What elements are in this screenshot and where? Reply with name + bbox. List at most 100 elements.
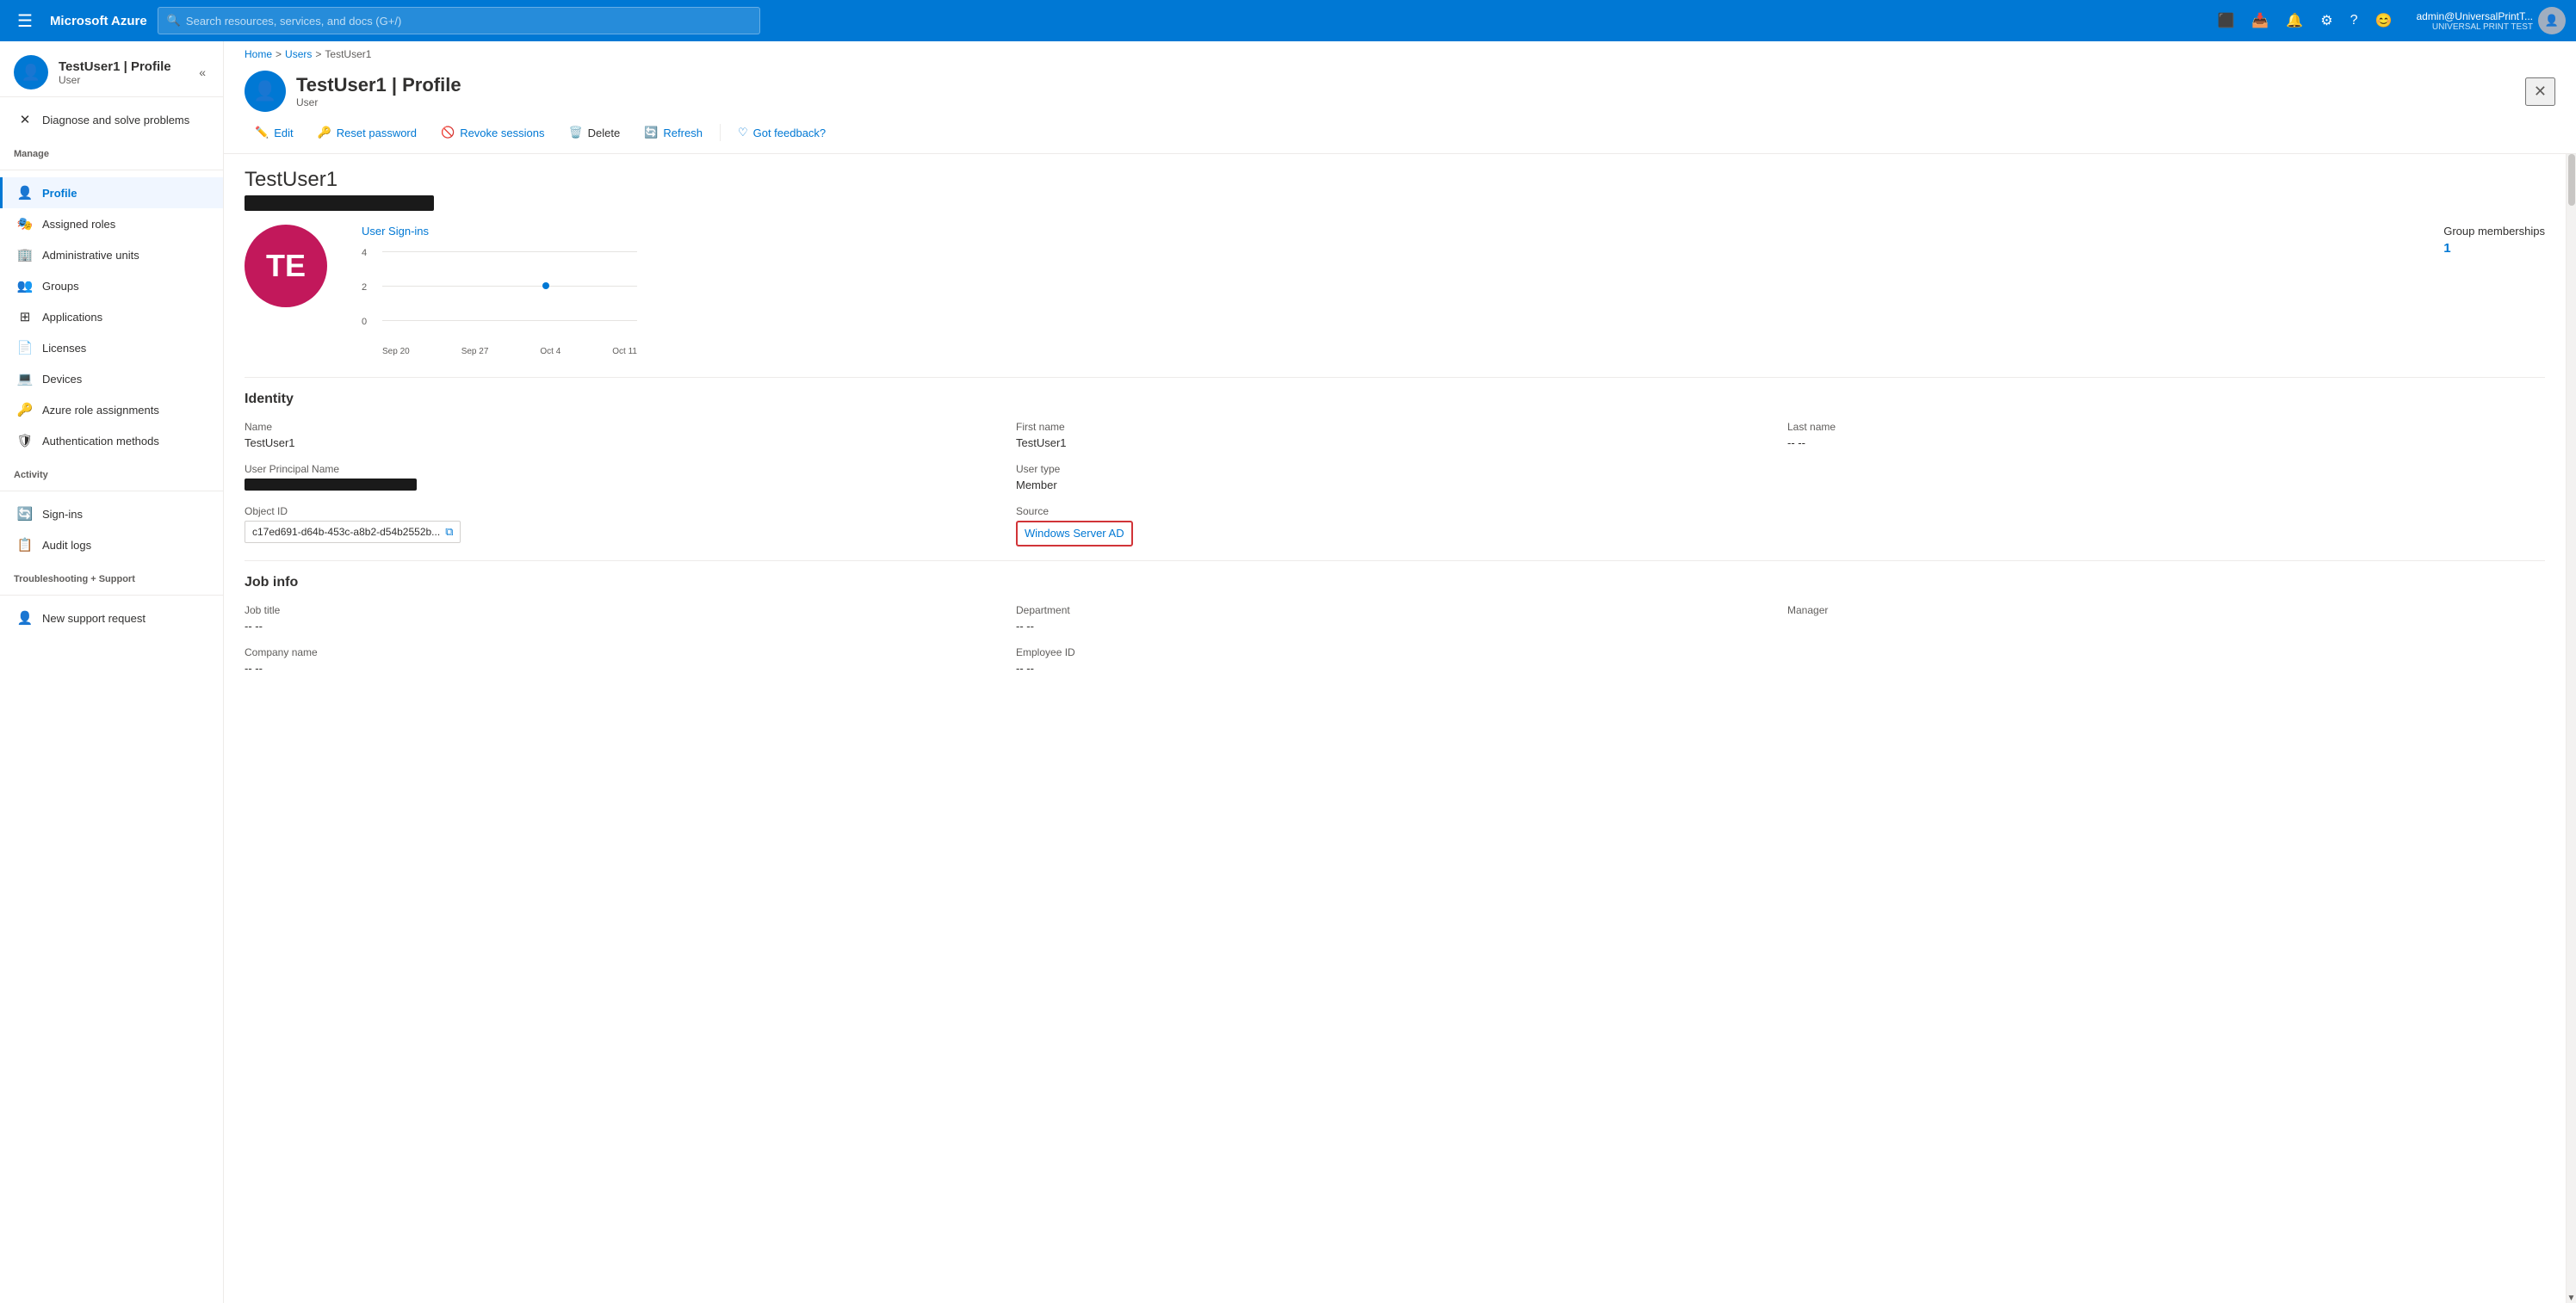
content-user-icon: 👤 — [245, 71, 286, 112]
feedback-button[interactable]: ♡ Got feedback? — [728, 120, 836, 145]
audit-logs-icon: 📋 — [16, 537, 34, 553]
sidebar-item-audit-logs[interactable]: 📋 Audit logs — [0, 529, 223, 560]
search-bar[interactable]: 🔍 — [158, 7, 760, 34]
breadcrumb-sep1: > — [276, 48, 282, 60]
employee-id-field: Employee ID -- -- — [1016, 646, 1774, 675]
sidebar-collapse-icon[interactable]: « — [195, 62, 209, 83]
source-field: Source Windows Server AD — [1016, 505, 1774, 547]
feedback-heart-icon: ♡ — [738, 126, 748, 139]
job-title-label: Job title — [245, 604, 1002, 616]
sidebar-page-title: TestUser1 | Profile — [59, 59, 171, 74]
chart-y4: 4 — [362, 248, 367, 258]
devices-icon: 💻 — [16, 371, 34, 386]
sidebar-item-devices[interactable]: 💻 Devices — [0, 363, 223, 394]
settings-icon[interactable]: ⚙ — [2313, 7, 2339, 34]
chart-gridline-0 — [382, 320, 637, 321]
chart-container: 4 2 0 Sep 20 Sep 27 — [362, 244, 637, 356]
sidebar-support-label: New support request — [42, 612, 146, 625]
sidebar-item-profile[interactable]: 👤 Profile — [0, 177, 223, 208]
sidebar-item-diagnose[interactable]: ✕ Diagnose and solve problems — [0, 104, 223, 135]
brand-logo: Microsoft Azure — [50, 14, 147, 28]
group-memberships: Group memberships 1 — [2443, 225, 2545, 256]
azure-roles-icon: 🔑 — [16, 402, 34, 417]
search-input[interactable] — [186, 15, 751, 28]
sidebar-item-admin-units[interactable]: 🏢 Administrative units — [0, 239, 223, 270]
nav-icons: ⬛ 📥 🔔 ⚙ ? 😊 admin@UniversalPrintT... UNI… — [2211, 7, 2567, 34]
sidebar-item-auth-methods[interactable]: 🛡 Authentication methods — [0, 425, 223, 456]
assigned-roles-icon: 🎭 — [16, 216, 34, 232]
first-name-field: First name TestUser1 — [1016, 421, 1774, 449]
manager-label: Manager — [1787, 604, 2545, 616]
sign-ins-icon: 🔄 — [16, 506, 34, 522]
revoke-sessions-button[interactable]: 🚫 Revoke sessions — [430, 120, 554, 145]
sidebar-divider-troubleshooting — [0, 595, 223, 596]
sidebar-item-support[interactable]: 👤 New support request — [0, 602, 223, 633]
sidebar-item-groups[interactable]: 👥 Groups — [0, 270, 223, 301]
sidebar-item-applications[interactable]: ⊞ Applications — [0, 301, 223, 332]
refresh-button[interactable]: 🔄 Refresh — [634, 120, 713, 145]
sidebar-groups-label: Groups — [42, 280, 79, 293]
user-avatar: TE — [245, 225, 327, 307]
scrollbar-thumb[interactable] — [2568, 154, 2575, 206]
job-title-value: -- -- — [245, 620, 1002, 633]
chart-y0: 0 — [362, 317, 367, 327]
manager-field: Manager — [1787, 604, 2545, 633]
licenses-icon: 📄 — [16, 340, 34, 355]
delete-label: Delete — [588, 127, 621, 139]
close-button[interactable]: ✕ — [2525, 77, 2555, 106]
edit-button[interactable]: ✏️ Edit — [245, 120, 304, 145]
feedback-label: Got feedback? — [753, 127, 827, 139]
vertical-scrollbar[interactable]: ▲ ▼ — [2566, 154, 2576, 1303]
name-value: TestUser1 — [245, 436, 1002, 449]
hamburger-icon[interactable]: ☰ — [10, 7, 40, 35]
refresh-icon: 🔄 — [644, 126, 658, 139]
feedback-icon[interactable]: 📥 — [2245, 7, 2276, 34]
sidebar-item-azure-roles[interactable]: 🔑 Azure role assignments — [0, 394, 223, 425]
revoke-sessions-label: Revoke sessions — [460, 127, 544, 139]
copy-icon[interactable]: ⧉ — [445, 525, 453, 539]
breadcrumb-home[interactable]: Home — [245, 48, 272, 60]
sidebar-audit-logs-label: Audit logs — [42, 539, 91, 552]
chart-xlabel-oct11: Oct 11 — [612, 347, 637, 356]
sidebar-item-licenses[interactable]: 📄 Licenses — [0, 332, 223, 363]
delete-button[interactable]: 🗑️ Delete — [558, 120, 630, 145]
company-name-value: -- -- — [245, 662, 1002, 675]
reset-password-button[interactable]: 🔑 Reset password — [307, 120, 427, 145]
smiley-icon[interactable]: 😊 — [2369, 7, 2400, 34]
cloud-shell-icon[interactable]: ⬛ — [2211, 7, 2242, 34]
breadcrumb-users[interactable]: Users — [285, 48, 312, 60]
sidebar-troubleshooting-label: Troubleshooting + Support — [0, 560, 223, 588]
chart-xlabel-oct4: Oct 4 — [540, 347, 560, 356]
scrollbar-arrow-down[interactable]: ▼ — [2567, 1294, 2576, 1303]
sidebar-item-assigned-roles[interactable]: 🎭 Assigned roles — [0, 208, 223, 239]
last-name-label: Last name — [1787, 421, 2545, 433]
user-menu[interactable]: admin@UniversalPrintT... UNIVERSAL PRINT… — [2409, 7, 2566, 34]
job-title-field: Job title -- -- — [245, 604, 1002, 633]
revoke-sessions-icon: 🚫 — [441, 126, 455, 139]
sidebar-devices-label: Devices — [42, 373, 82, 386]
chart-xlabel-sep20: Sep 20 — [382, 347, 410, 356]
sidebar-sign-ins-label: Sign-ins — [42, 508, 83, 521]
last-name-field: Last name -- -- — [1787, 421, 2545, 449]
content-scroll[interactable]: TestUser1 TE User Sign-ins 4 2 0 — [224, 154, 2566, 1303]
section-divider-identity — [245, 377, 2545, 378]
sidebar-user-icon: 👤 — [14, 55, 48, 90]
job-grid-row1: Job title -- -- Department -- -- Manager — [245, 604, 2545, 633]
group-memberships-value[interactable]: 1 — [2443, 241, 2545, 256]
content-header-left: 👤 TestUser1 | Profile User — [245, 71, 461, 112]
upn-value — [245, 479, 417, 491]
notifications-icon[interactable]: 🔔 — [2279, 7, 2310, 34]
sidebar-header-text: TestUser1 | Profile User — [59, 59, 171, 86]
section-divider-job — [245, 560, 2545, 561]
chart-xlabel-sep27: Sep 27 — [461, 347, 489, 356]
admin-units-icon: 🏢 — [16, 247, 34, 262]
employee-id-label: Employee ID — [1016, 646, 1774, 658]
source-value[interactable]: Windows Server AD — [1025, 527, 1124, 540]
chart-gridline-4 — [382, 251, 637, 252]
profile-top: TE User Sign-ins 4 2 0 — [245, 225, 2545, 356]
help-icon[interactable]: ? — [2344, 8, 2365, 34]
sidebar-item-sign-ins[interactable]: 🔄 Sign-ins — [0, 498, 223, 529]
department-value: -- -- — [1016, 620, 1774, 633]
chart-gridline-2 — [382, 286, 637, 287]
reset-password-label: Reset password — [337, 127, 417, 139]
